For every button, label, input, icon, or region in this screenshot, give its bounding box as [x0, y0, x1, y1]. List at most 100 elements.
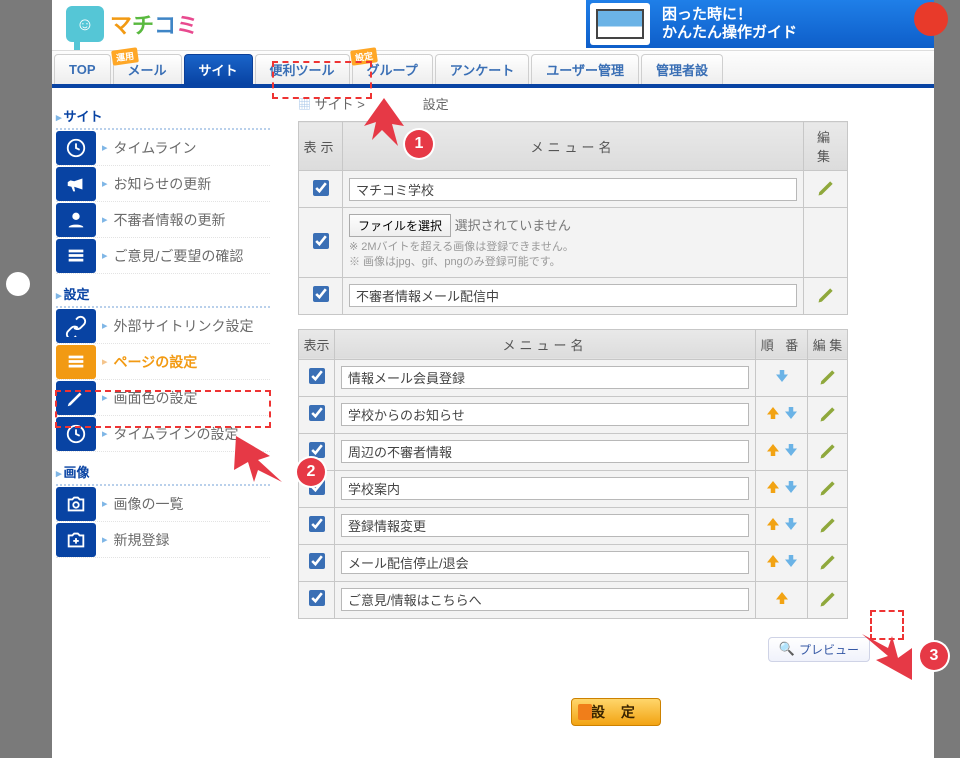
dot-decoration — [6, 272, 30, 296]
logo[interactable]: ☺ マチコミ — [52, 0, 212, 48]
th-edit: 編 集 — [808, 329, 848, 359]
sidebar-item-imglist[interactable]: ▸画像の一覧 — [56, 486, 270, 522]
menu-name-input[interactable] — [341, 403, 749, 426]
sidebar-item-suspicious[interactable]: ▸不審者情報の更新 — [56, 202, 270, 238]
menu-name-input[interactable] — [341, 366, 749, 389]
show-checkbox[interactable] — [309, 368, 325, 384]
camera-icon — [56, 487, 96, 521]
logo-text: マチコミ — [110, 8, 198, 40]
edit-button[interactable] — [815, 177, 837, 199]
show-checkbox[interactable] — [313, 233, 329, 249]
table-row — [299, 171, 848, 208]
tab-mail[interactable]: 運用メール — [113, 54, 182, 84]
edit-button[interactable] — [817, 551, 839, 573]
side-head-image: 画像 — [56, 458, 270, 486]
move-down-button[interactable] — [782, 404, 800, 422]
menu-name-input[interactable] — [341, 514, 749, 537]
side-head-setting: 設定 — [56, 280, 270, 308]
sidebar-item-label: 外部サイトリンク設定 — [114, 316, 254, 336]
edit-button[interactable] — [817, 440, 839, 462]
sidebar-item-tlset[interactable]: ▸タイムラインの設定 — [56, 416, 270, 452]
tab-admin[interactable]: 管理者設 — [641, 54, 723, 84]
th-show: 表示 — [299, 329, 335, 359]
show-checkbox[interactable] — [309, 516, 325, 532]
move-up-button[interactable] — [764, 552, 782, 570]
sidebar-item-label: 新規登録 — [114, 530, 170, 550]
sidebar-item-page[interactable]: ▸ページの設定 — [56, 344, 270, 380]
pencil-icon — [56, 381, 96, 415]
help-banner[interactable]: 困った時に！ かんたん操作ガイド — [586, 0, 934, 48]
sidebar-item-color[interactable]: ▸画面色の設定 — [56, 380, 270, 416]
move-down-button[interactable] — [782, 441, 800, 459]
menu-name-input[interactable] — [341, 477, 749, 500]
move-down-button[interactable] — [773, 367, 791, 385]
settings-submit-button[interactable]: 設 定 — [571, 698, 661, 726]
show-checkbox[interactable] — [309, 590, 325, 606]
tab-survey[interactable]: アンケート — [435, 54, 529, 84]
sidebar-item-news[interactable]: ▸お知らせの更新 — [56, 166, 270, 202]
sidebar-item-link[interactable]: ▸外部サイトリンク設定 — [56, 308, 270, 344]
edit-button[interactable] — [817, 477, 839, 499]
tab-top[interactable]: TOP — [54, 54, 111, 84]
sidebar-item-label: タイムライン — [114, 138, 197, 158]
show-checkbox[interactable] — [313, 180, 329, 196]
move-down-button[interactable] — [782, 515, 800, 533]
tab-group[interactable]: 設定グループ — [352, 54, 433, 84]
table-row: ファイルを選択 選択されていません ※ 2Mバイトを超える画像は登録できません。… — [299, 208, 848, 278]
page-icon — [56, 345, 96, 379]
edit-button[interactable] — [817, 366, 839, 388]
sidebar-item-label: タイムラインの設定 — [114, 424, 239, 444]
menu-name-input[interactable] — [341, 551, 749, 574]
link-icon — [56, 309, 96, 343]
edit-button[interactable] — [817, 514, 839, 536]
camera-plus-icon — [56, 523, 96, 557]
th-edit: 編 集 — [804, 122, 848, 171]
table-row — [299, 544, 848, 581]
file-select-button[interactable]: ファイルを選択 — [349, 214, 451, 237]
clock-icon — [56, 417, 96, 451]
sidebar-item-label: 画面色の設定 — [114, 388, 198, 408]
table-row — [299, 507, 848, 544]
show-checkbox[interactable] — [309, 442, 325, 458]
edit-button[interactable] — [817, 588, 839, 610]
table-row — [299, 277, 848, 314]
move-up-button[interactable] — [764, 441, 782, 459]
menu-name-input[interactable] — [341, 588, 749, 611]
tab-site[interactable]: サイト — [184, 54, 253, 84]
sidebar: サイト ▸タイムライン ▸お知らせの更新 ▸不審者情報の更新 ▸ご意見/ご要望の… — [52, 90, 272, 726]
move-down-button[interactable] — [782, 478, 800, 496]
table-row — [299, 396, 848, 433]
menu-name-input[interactable] — [341, 440, 749, 463]
show-checkbox[interactable] — [309, 405, 325, 421]
move-down-button[interactable] — [782, 552, 800, 570]
main: ▦ サイト > 設定 表示 メニュー名 編 集 — [272, 90, 934, 726]
edit-button[interactable] — [817, 403, 839, 425]
side-head-site: サイト — [56, 102, 270, 130]
move-up-button[interactable] — [764, 404, 782, 422]
top-nav: TOP 運用メール サイト 便利ツール 設定グループ アンケート ユーザー管理 … — [52, 50, 934, 84]
sidebar-item-label: ページの設定 — [114, 352, 198, 372]
show-checkbox[interactable] — [309, 553, 325, 569]
banner-circle-icon — [914, 2, 948, 36]
annotation-badge-3: 3 — [920, 642, 948, 670]
show-checkbox[interactable] — [313, 286, 329, 302]
sidebar-item-label: 画像の一覧 — [114, 494, 184, 514]
tab-user[interactable]: ユーザー管理 — [531, 54, 639, 84]
sidebar-item-feedback[interactable]: ▸ご意見/ご要望の確認 — [56, 238, 270, 274]
menu-name-input[interactable] — [349, 178, 797, 201]
move-up-button[interactable] — [764, 478, 782, 496]
banner-icon — [590, 3, 650, 45]
menu-name-input[interactable] — [349, 284, 797, 307]
tab-tool[interactable]: 便利ツール — [255, 54, 350, 84]
move-up-button[interactable] — [764, 515, 782, 533]
sidebar-item-imgnew[interactable]: ▸新規登録 — [56, 522, 270, 558]
sidebar-item-timeline[interactable]: ▸タイムライン — [56, 130, 270, 166]
table-bottom: 表示 メニュー名 順 番 編 集 — [298, 329, 848, 619]
edit-button[interactable] — [815, 284, 837, 306]
table-row — [299, 581, 848, 618]
clock-icon — [56, 131, 96, 165]
magnifier-icon: 🔍 — [779, 641, 795, 657]
move-up-button[interactable] — [773, 589, 791, 607]
preview-button[interactable]: 🔍プレビュー — [768, 637, 870, 662]
th-name: メニュー名 — [335, 329, 756, 359]
